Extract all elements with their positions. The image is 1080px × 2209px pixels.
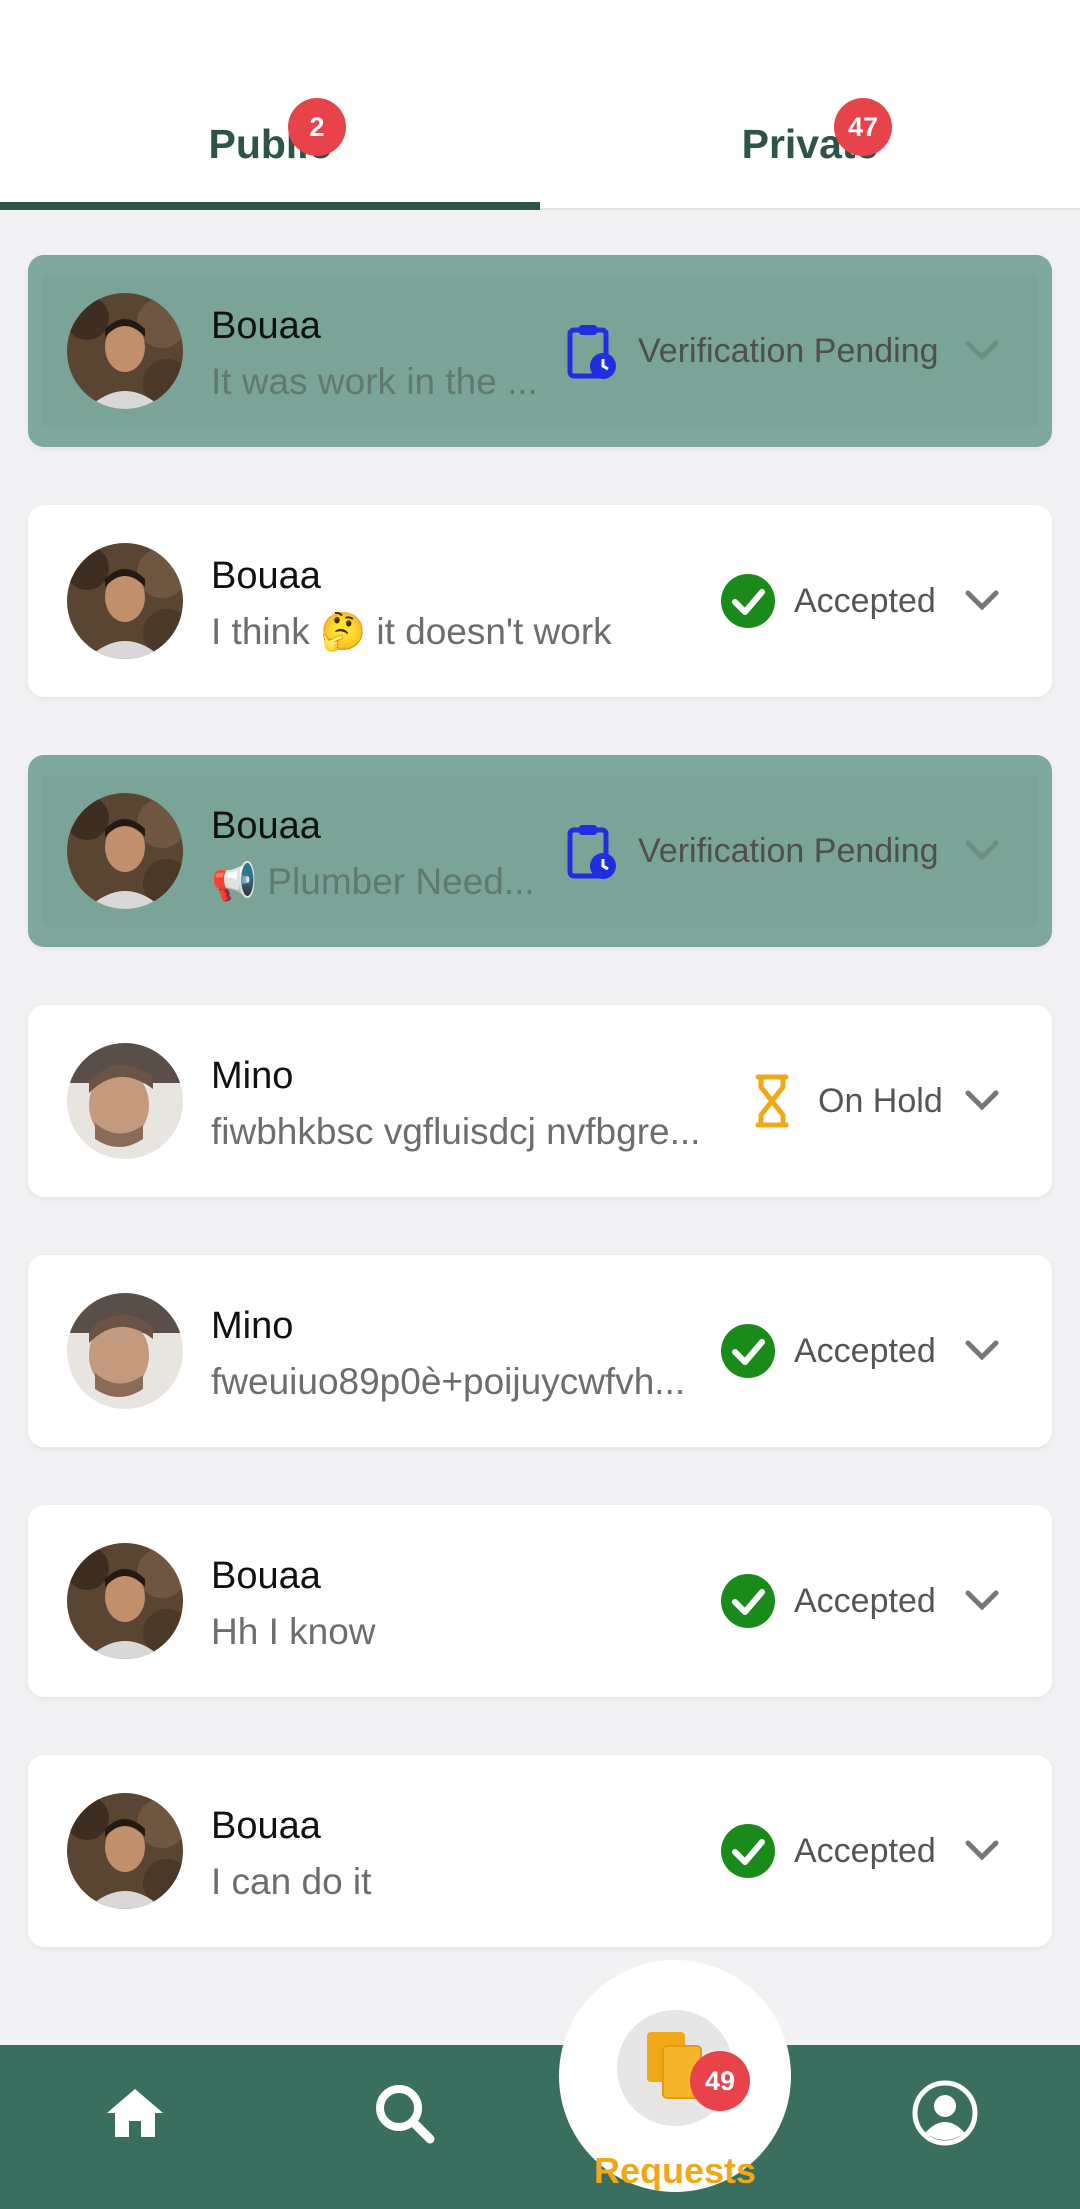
status-label: Verification Pending xyxy=(638,331,939,370)
check-circle-icon xyxy=(720,1823,776,1879)
tab-public[interactable]: Public xyxy=(0,0,540,210)
status-badge: On Hold xyxy=(744,1067,943,1135)
request-list: Bouaa It was work in the ... Verificatio… xyxy=(28,255,1052,2005)
nav-profile[interactable] xyxy=(905,2075,985,2155)
chevron-down-icon[interactable] xyxy=(962,1583,1002,1619)
bottom-nav xyxy=(0,2045,1080,2209)
status-label: Accepted xyxy=(794,1581,936,1620)
avatar xyxy=(67,293,183,409)
tab-public-badge: 2 xyxy=(288,98,346,156)
message-preview: I think 🤔 it doesn't work xyxy=(211,611,612,652)
message-preview: Hh I know xyxy=(211,1611,376,1652)
chevron-down-icon[interactable] xyxy=(962,1333,1002,1369)
nav-search[interactable] xyxy=(364,2075,444,2155)
request-card[interactable]: Bouaa I think 🤔 it doesn't work Accepted xyxy=(28,505,1052,697)
avatar xyxy=(67,793,183,909)
status-badge: Accepted xyxy=(720,1817,936,1885)
chevron-down-icon[interactable] xyxy=(962,1833,1002,1869)
hourglass-icon xyxy=(744,1073,800,1129)
status-label: Accepted xyxy=(794,581,936,620)
sender-name: Bouaa xyxy=(211,555,321,597)
profile-icon xyxy=(911,2079,979,2152)
sender-name: Bouaa xyxy=(211,305,321,347)
sender-name: Bouaa xyxy=(211,1805,321,1847)
message-preview: fweuiuo89p0è+poijuycwfvh... xyxy=(211,1361,686,1402)
tab-private[interactable]: Private xyxy=(540,0,1080,208)
requests-label[interactable]: Requests xyxy=(559,2150,791,2192)
status-badge: Accepted xyxy=(720,567,936,635)
status-label: Verification Pending xyxy=(638,831,939,870)
chevron-down-icon[interactable] xyxy=(962,833,1002,869)
tab-bar: Public Private 2 47 xyxy=(0,0,1080,210)
avatar xyxy=(67,1293,183,1409)
avatar xyxy=(67,1043,183,1159)
search-icon xyxy=(372,2081,436,2150)
chevron-down-icon[interactable] xyxy=(962,1083,1002,1119)
message-preview: It was work in the ... xyxy=(211,361,538,402)
request-card[interactable]: Bouaa I can do it Accepted xyxy=(28,1755,1052,1947)
sender-name: Mino xyxy=(211,1055,294,1097)
check-circle-icon xyxy=(720,573,776,629)
status-badge: Verification Pending xyxy=(564,317,939,385)
request-card[interactable]: Bouaa Hh I know Accepted xyxy=(28,1505,1052,1697)
avatar xyxy=(67,1793,183,1909)
check-circle-icon xyxy=(720,1323,776,1379)
message-preview: I can do it xyxy=(211,1861,372,1902)
request-card[interactable]: Mino fiwbhkbsc vgfluisdcj nvfbgre... On … xyxy=(28,1005,1052,1197)
clipboard-clock-icon xyxy=(564,823,620,879)
message-preview: fiwbhkbsc vgfluisdcj nvfbgre... xyxy=(211,1111,701,1152)
status-label: On Hold xyxy=(818,1081,943,1120)
check-circle-icon xyxy=(720,1573,776,1629)
tab-private-badge: 47 xyxy=(834,98,892,156)
message-preview: 📢 Plumber Need... xyxy=(211,861,535,902)
request-card[interactable]: Mino fweuiuo89p0è+poijuycwfvh... Accepte… xyxy=(28,1255,1052,1447)
home-icon xyxy=(103,2085,167,2146)
status-label: Accepted xyxy=(794,1831,936,1870)
sender-name: Bouaa xyxy=(211,805,321,847)
sender-name: Bouaa xyxy=(211,1555,321,1597)
chevron-down-icon[interactable] xyxy=(962,583,1002,619)
request-card[interactable]: Bouaa 📢 Plumber Need... Verification Pen… xyxy=(28,755,1052,947)
nav-home[interactable] xyxy=(95,2075,175,2155)
avatar xyxy=(67,543,183,659)
avatar xyxy=(67,1543,183,1659)
sender-name: Mino xyxy=(211,1305,294,1347)
status-badge: Verification Pending xyxy=(564,817,939,885)
request-card[interactable]: Bouaa It was work in the ... Verificatio… xyxy=(28,255,1052,447)
status-label: Accepted xyxy=(794,1331,936,1370)
clipboard-clock-icon xyxy=(564,323,620,379)
requests-screen: Public Private 2 47 Bouaa It was work in… xyxy=(0,0,1080,2209)
status-badge: Accepted xyxy=(720,1317,936,1385)
status-badge: Accepted xyxy=(720,1567,936,1635)
chevron-down-icon[interactable] xyxy=(962,333,1002,369)
requests-badge: 49 xyxy=(690,2051,750,2111)
